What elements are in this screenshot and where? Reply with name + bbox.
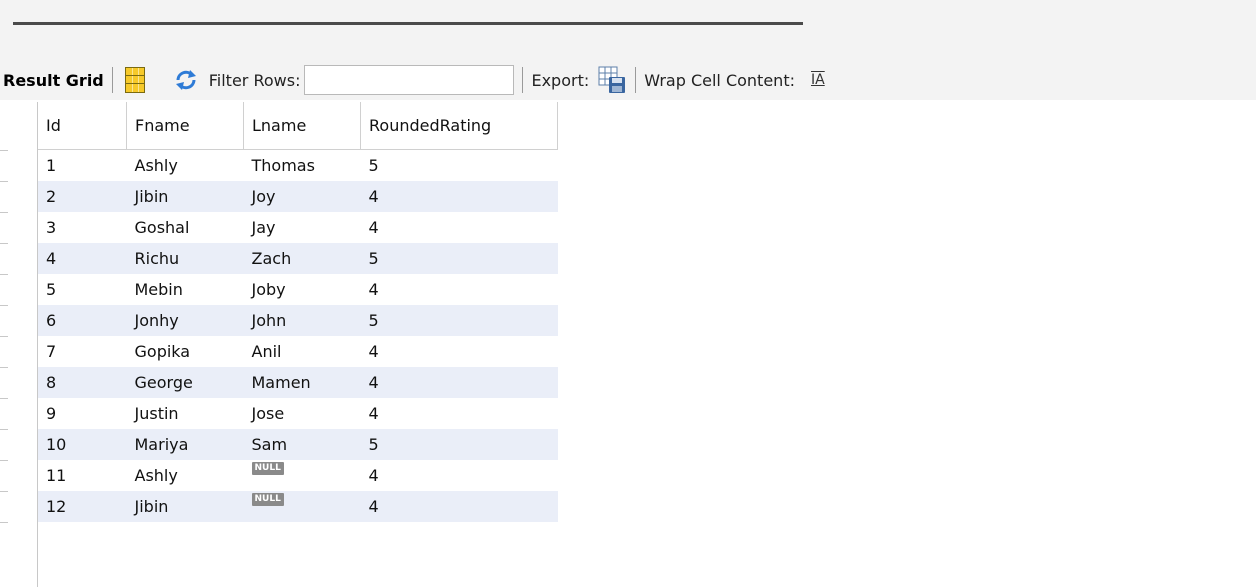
cell-id[interactable]: 8: [38, 367, 127, 398]
cell-roundedrating[interactable]: 5: [360, 305, 558, 336]
cell-roundedrating[interactable]: 4: [360, 367, 558, 398]
sql-editor-divider: [13, 22, 803, 25]
result-grid: Id Fname Lname RoundedRating 1 Ashly Thoma…: [0, 102, 1256, 587]
null-badge: NULL: [251, 493, 284, 506]
cell-fname[interactable]: George: [126, 367, 244, 398]
row-selector-gutter[interactable]: [0, 102, 38, 587]
table-row[interactable]: 3 Goshal Jay 4: [38, 212, 558, 243]
cell-lname[interactable]: Mamen: [243, 367, 361, 398]
gutter-tick: [0, 460, 8, 461]
cell-fname[interactable]: Ashly: [127, 460, 244, 491]
cell-lname[interactable]: Sam: [243, 429, 361, 460]
gutter-tick: [0, 243, 8, 244]
cell-fname[interactable]: Goshal: [127, 212, 244, 243]
grid-icon[interactable]: [124, 67, 145, 93]
null-badge: NULL: [251, 462, 284, 475]
cell-fname[interactable]: Jonhy: [126, 305, 244, 336]
column-header-id[interactable]: Id: [38, 102, 127, 150]
cell-fname[interactable]: Ashly: [127, 150, 244, 182]
gutter-tick: [0, 150, 8, 151]
toolbar-separator: [522, 67, 524, 93]
cell-id[interactable]: 1: [38, 150, 127, 182]
cell-fname[interactable]: Jibin: [126, 181, 244, 212]
cell-id[interactable]: 5: [38, 274, 127, 305]
result-grid-label[interactable]: Result Grid: [3, 71, 104, 90]
refresh-icon[interactable]: [173, 67, 199, 93]
cell-roundedrating[interactable]: 4: [361, 274, 558, 305]
cell-lname[interactable]: NULL: [244, 460, 361, 491]
cell-roundedrating[interactable]: 4: [361, 398, 558, 429]
table-row[interactable]: 5 Mebin Joby 4: [38, 274, 558, 305]
cell-lname[interactable]: Jose: [244, 398, 361, 429]
cell-id[interactable]: 6: [38, 305, 127, 336]
cell-id[interactable]: 3: [38, 212, 127, 243]
gutter-tick: [0, 398, 8, 399]
cell-lname[interactable]: Joy: [243, 181, 361, 212]
gutter-tick: [0, 181, 8, 182]
table-row[interactable]: 6 Jonhy John 5: [38, 305, 558, 336]
column-header-lname[interactable]: Lname: [243, 102, 361, 150]
cell-id[interactable]: 4: [38, 243, 127, 274]
table-row[interactable]: 1 Ashly Thomas 5: [38, 150, 558, 182]
gutter-tick: [0, 367, 8, 368]
cell-lname[interactable]: Joby: [244, 274, 361, 305]
table-row[interactable]: 2 Jibin Joy 4: [38, 181, 558, 212]
cell-roundedrating[interactable]: 4: [361, 336, 558, 367]
cell-fname[interactable]: Gopika: [127, 336, 244, 367]
wrap-cell-content-label: Wrap Cell Content:: [644, 70, 795, 90]
cell-roundedrating[interactable]: 5: [361, 150, 558, 182]
cell-lname[interactable]: John: [243, 305, 361, 336]
cell-fname[interactable]: Jibin: [126, 491, 244, 522]
result-toolbar: Result Grid Filter Rows: Export: Wrap Ce…: [0, 60, 1256, 100]
cell-roundedrating[interactable]: 4: [360, 181, 558, 212]
column-header-roundedrating[interactable]: RoundedRating: [360, 102, 558, 150]
table-row[interactable]: 11 Ashly NULL 4: [38, 460, 558, 491]
gutter-tick: [0, 429, 8, 430]
column-header-fname[interactable]: Fname: [126, 102, 244, 150]
cell-roundedrating[interactable]: 5: [360, 243, 558, 274]
table-row[interactable]: 9 Justin Jose 4: [38, 398, 558, 429]
cell-id[interactable]: 9: [38, 398, 127, 429]
cell-lname[interactable]: Zach: [243, 243, 361, 274]
table-row[interactable]: 7 Gopika Anil 4: [38, 336, 558, 367]
cell-lname[interactable]: NULL: [243, 491, 361, 522]
cell-fname[interactable]: Mebin: [127, 274, 244, 305]
cell-fname[interactable]: Mariya: [126, 429, 244, 460]
cell-roundedrating[interactable]: 4: [361, 212, 558, 243]
export-label: Export:: [531, 70, 590, 90]
header-row: Id Fname Lname RoundedRating: [38, 102, 558, 150]
toolbar-separator: [111, 67, 113, 93]
cell-roundedrating[interactable]: 5: [360, 429, 558, 460]
gutter-tick: [0, 212, 8, 213]
cell-lname[interactable]: Thomas: [244, 150, 361, 182]
cell-id[interactable]: 11: [38, 460, 127, 491]
cell-fname[interactable]: Justin: [127, 398, 244, 429]
cell-roundedrating[interactable]: 4: [360, 491, 558, 522]
cell-id[interactable]: 7: [38, 336, 127, 367]
filter-rows-label: Filter Rows:: [208, 70, 301, 90]
toolbar-separator: [635, 67, 637, 93]
table-row[interactable]: 10 Mariya Sam 5: [38, 429, 558, 460]
cell-fname[interactable]: Richu: [126, 243, 244, 274]
result-table: Id Fname Lname RoundedRating 1 Ashly Thoma…: [38, 102, 558, 522]
top-panel: [0, 0, 1256, 60]
gutter-tick: [0, 491, 8, 492]
cell-id[interactable]: 10: [38, 429, 127, 460]
gutter-tick: [0, 305, 8, 306]
filter-rows-input[interactable]: [304, 65, 515, 95]
gutter-tick: [0, 274, 8, 275]
gutter-tick: [0, 522, 8, 523]
wrap-text-icon[interactable]: IA: [811, 72, 825, 88]
cell-lname[interactable]: Anil: [244, 336, 361, 367]
table-row[interactable]: 12 Jibin NULL 4: [38, 491, 558, 522]
cell-lname[interactable]: Jay: [244, 212, 361, 243]
table-body: 1 Ashly Thomas 5 2 Jibin Joy 4 3 Goshal Jay 4 4 Richu…: [38, 150, 558, 522]
table-row[interactable]: 8 George Mamen 4: [38, 367, 558, 398]
gutter-tick: [0, 336, 8, 337]
table-row[interactable]: 4 Richu Zach 5: [38, 243, 558, 274]
export-icon[interactable]: [597, 65, 627, 95]
cell-id[interactable]: 12: [38, 491, 127, 522]
cell-id[interactable]: 2: [38, 181, 127, 212]
cell-roundedrating[interactable]: 4: [361, 460, 558, 491]
